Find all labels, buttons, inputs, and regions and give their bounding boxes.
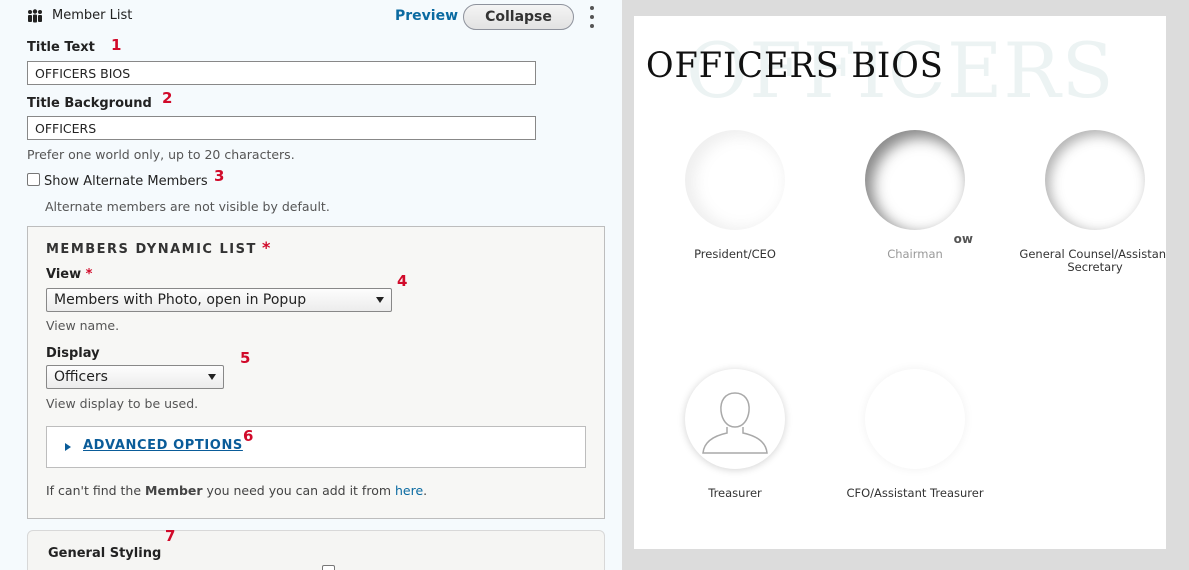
officer-card[interactable]: CFO/Assistant Treasurer [835,369,995,500]
officer-photo [1045,130,1145,230]
preview-card: OFFICERS OFFICERS BIOS President/CEO ow … [634,16,1166,549]
general-styling-label: General Styling [48,546,162,561]
general-styling-checkbox[interactable] [322,565,335,570]
officer-photo [685,369,785,469]
marker-3: 3 [214,167,225,185]
officer-card[interactable]: General Counsel/Assistant Secretary [1015,130,1166,274]
view-label: View * [46,267,92,282]
chevron-down-icon [376,297,384,303]
advanced-options-details: ADVANCED OPTIONS [46,426,586,468]
officer-photo [865,130,965,230]
display-select[interactable]: Officers [46,365,224,389]
title-background-label: Title Background [27,96,152,111]
view-required-mark: * [85,267,93,282]
officer-name [655,232,815,248]
preview-link[interactable]: Preview [395,8,458,24]
show-alternate-description: Alternate members are not visible by def… [45,199,330,214]
officer-role: Treasurer [708,486,762,500]
help-middle: you need you can add it from [202,483,395,498]
help-suffix: . [423,483,428,498]
add-member-link[interactable]: here [395,483,423,498]
view-select-value: Members with Photo, open in Popup [54,292,307,308]
title-text-label: Title Text [27,40,95,55]
title-background-description: Prefer one world only, up to 20 characte… [27,147,295,162]
officer-name [655,471,815,487]
officer-role: General Counsel/Assistant Secretary [1019,247,1166,274]
officer-name [835,471,995,487]
title-background-input[interactable]: OFFICERS [27,116,536,140]
show-alternate-checkbox[interactable] [27,173,40,186]
officer-role: CFO/Assistant Treasurer [846,486,984,500]
view-description: View name. [46,318,120,333]
show-alternate-label[interactable]: Show Alternate Members [44,174,208,189]
fieldset-legend: MEMBERS DYNAMIC LIST * [46,238,270,257]
required-mark: * [261,238,271,257]
display-description: View display to be used. [46,396,199,411]
view-select[interactable]: Members with Photo, open in Popup [46,288,392,312]
triangle-right-icon[interactable] [65,443,71,451]
help-prefix: If can't find the [46,483,146,498]
display-label: Display [46,346,100,361]
marker-7: 7 [165,527,176,545]
view-label-text: View [46,267,82,282]
fieldset-legend-text: MEMBERS DYNAMIC LIST [46,242,257,257]
marker-2: 2 [162,89,173,107]
officer-role: President/CEO [694,247,776,261]
officer-name [1015,232,1166,248]
marker-1: 1 [111,36,122,54]
marker-5: 5 [240,349,251,367]
officer-role: Chairman [887,247,943,261]
chevron-down-icon [208,374,216,380]
officer-name: ow [953,232,973,246]
general-styling-section[interactable]: General Styling [27,530,605,570]
marker-6: 6 [243,427,254,445]
members-dynamic-list-fieldset: MEMBERS DYNAMIC LIST * View * 4 Members … [27,226,605,519]
collapse-button[interactable]: Collapse [463,4,574,30]
officers-title: OFFICERS BIOS [646,46,944,86]
add-member-help: If can't find the Member you need you ca… [46,483,427,498]
display-select-value: Officers [54,369,108,385]
preview-pane: OFFICERS OFFICERS BIOS President/CEO ow … [622,0,1189,570]
marker-4: 4 [397,272,408,290]
officer-photo [865,369,965,469]
member-list-editor: Member List Preview Collapse Title Text … [0,0,622,570]
officer-card[interactable]: Treasurer [655,369,815,500]
more-options-icon[interactable] [588,6,596,28]
advanced-options-toggle[interactable]: ADVANCED OPTIONS [83,438,243,453]
person-placeholder-icon [702,392,768,454]
people-group-icon [28,9,42,23]
officer-card[interactable]: ow Chairman [835,130,995,261]
officer-card[interactable]: President/CEO [655,130,815,261]
help-bold: Member [145,483,203,498]
panel-title: Member List [52,8,133,23]
officer-photo [685,130,785,230]
title-text-input[interactable]: OFFICERS BIOS [27,61,536,85]
